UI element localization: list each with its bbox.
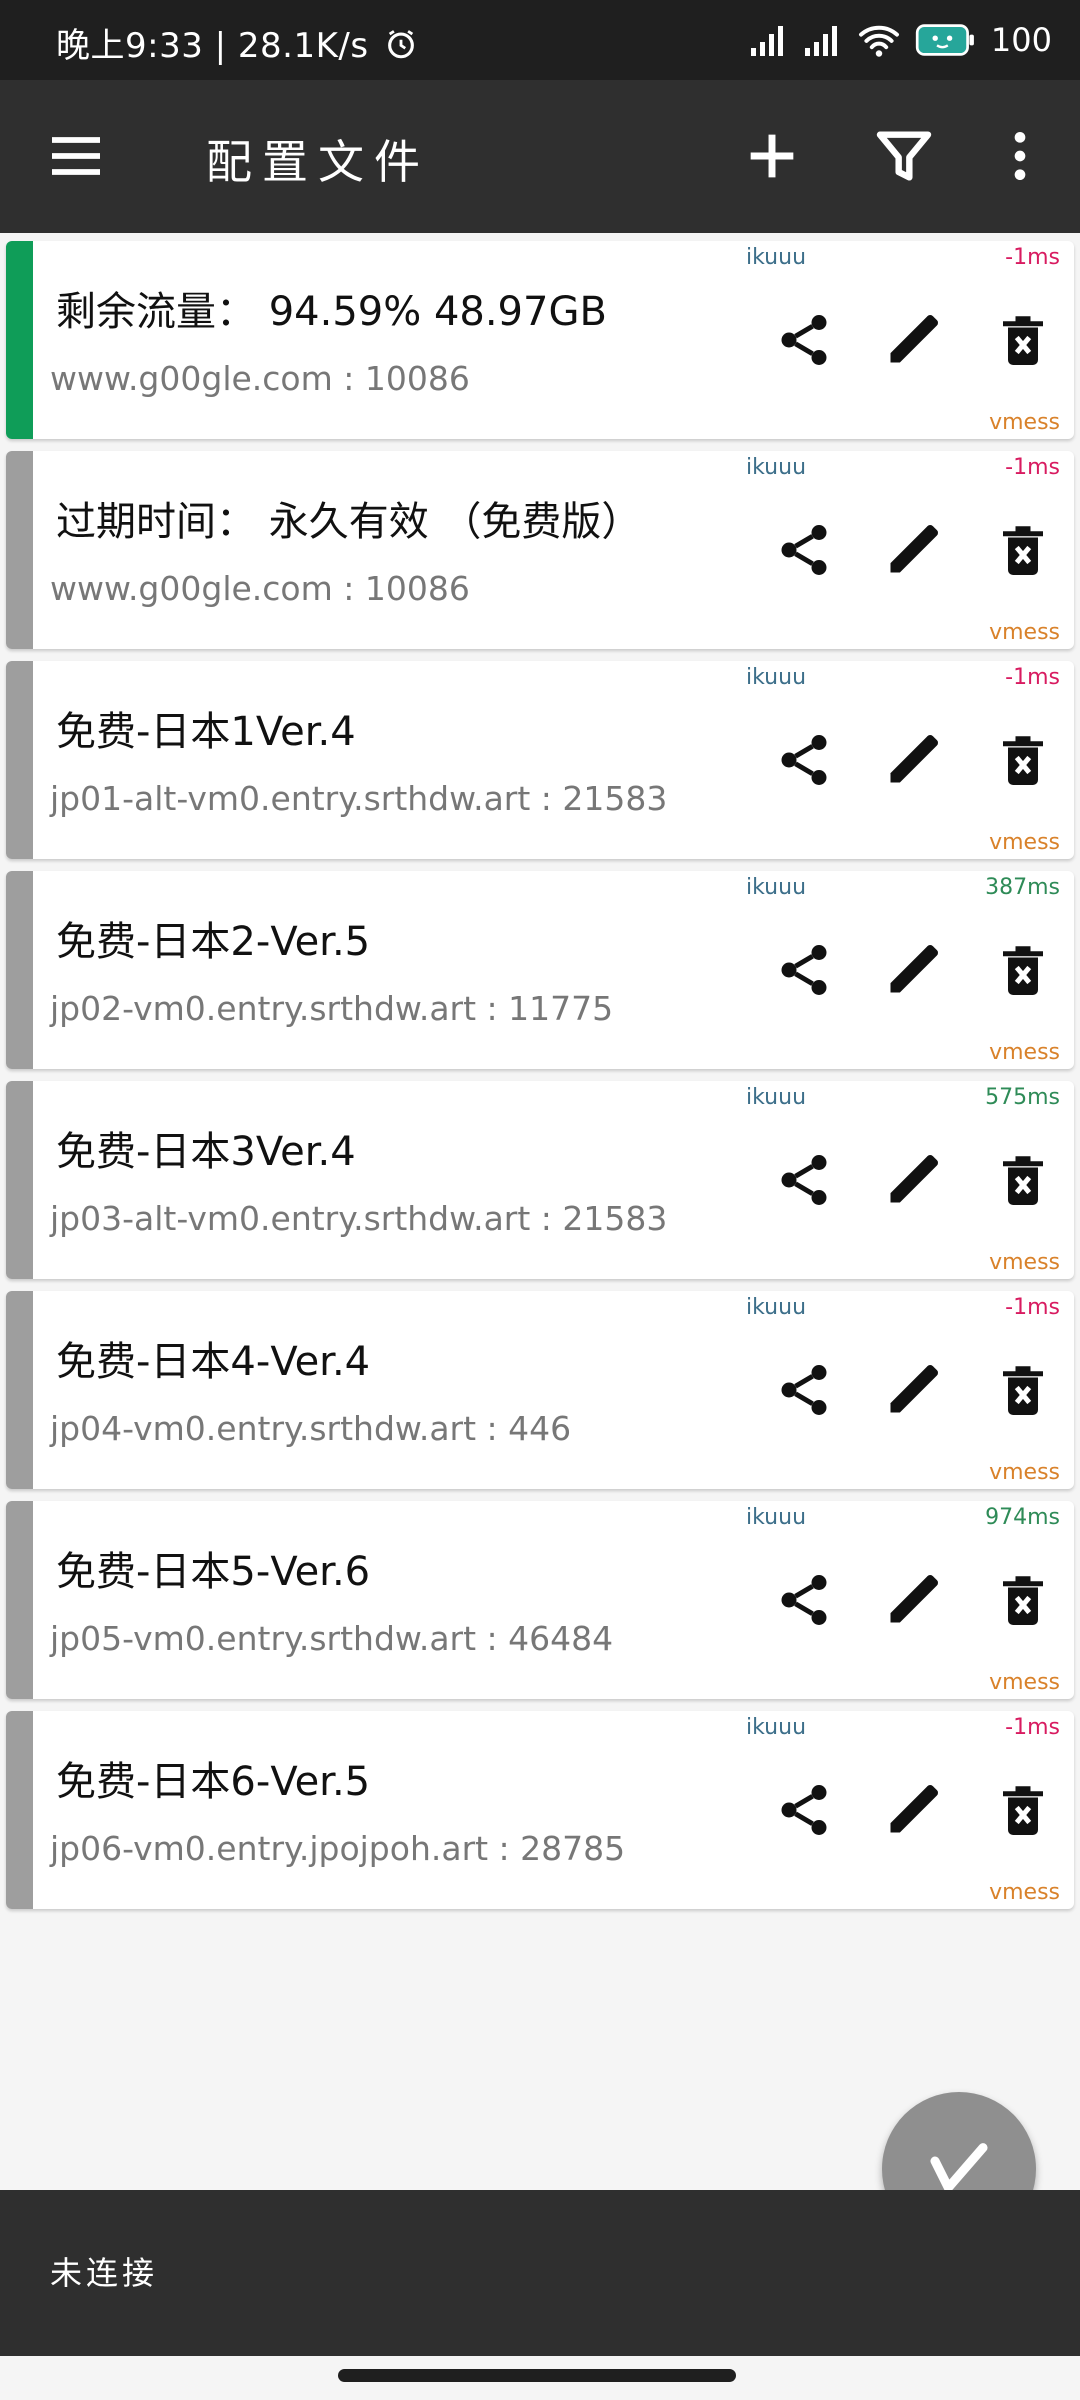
delete-icon[interactable]: [988, 515, 1058, 585]
share-icon[interactable]: [769, 1775, 839, 1845]
profile-address: www.g00gle.com : 10086: [50, 359, 470, 398]
edit-icon[interactable]: [878, 1355, 948, 1425]
profile-address: jp01-alt-vm0.entry.srthdw.art : 21583: [50, 779, 668, 818]
profile-latency: -1ms: [1005, 665, 1060, 690]
edit-icon[interactable]: [878, 305, 948, 375]
inactive-indicator: [6, 871, 33, 1069]
profile-card[interactable]: 过期时间： 永久有效 （免费版） www.g00gle.com : 10086 ik…: [6, 451, 1074, 649]
connection-status: 未连接: [50, 2254, 159, 2292]
profile-title: 免费-日本3Ver.4: [56, 1129, 356, 1175]
filter-icon[interactable]: [872, 124, 936, 188]
delete-icon[interactable]: [988, 1775, 1058, 1845]
profile-subscription: ikuuu: [746, 245, 807, 270]
profile-title: 免费-日本6-Ver.5: [56, 1759, 371, 1805]
profile-subscription: ikuuu: [746, 665, 807, 690]
status-bar: 晚上9:33 | 28.1K/s 100: [0, 0, 1080, 80]
profile-card[interactable]: 免费-日本1Ver.4 jp01-alt-vm0.entry.srthdw.art…: [6, 661, 1074, 859]
profile-title: 剩余流量： 94.59% 48.97GB: [56, 289, 607, 335]
profile-title: 免费-日本2-Ver.5: [56, 919, 371, 965]
profile-latency: -1ms: [1005, 1715, 1060, 1740]
edit-icon[interactable]: [878, 935, 948, 1005]
menu-icon[interactable]: [44, 124, 108, 188]
active-indicator: [6, 241, 33, 439]
edit-icon[interactable]: [878, 1145, 948, 1215]
profile-subscription: ikuuu: [746, 1715, 807, 1740]
delete-icon[interactable]: [988, 1355, 1058, 1425]
profile-latency: 575ms: [985, 1085, 1060, 1110]
profile-type: vmess: [989, 1460, 1060, 1485]
inactive-indicator: [6, 661, 33, 859]
edit-icon[interactable]: [878, 515, 948, 585]
profile-address: www.g00gle.com : 10086: [50, 569, 470, 608]
inactive-indicator: [6, 1081, 33, 1279]
delete-icon[interactable]: [988, 1565, 1058, 1635]
share-icon[interactable]: [769, 935, 839, 1005]
app-bar: 配置文件: [0, 80, 1080, 233]
battery-level: 100: [990, 21, 1052, 59]
profile-title: 过期时间： 永久有效 （免费版）: [56, 499, 642, 545]
profile-card[interactable]: 免费-日本4-Ver.4 jp04-vm0.entry.srthdw.art : …: [6, 1291, 1074, 1489]
profile-address: jp06-vm0.entry.jpojpoh.art : 28785: [50, 1829, 626, 1868]
inactive-indicator: [6, 1711, 33, 1909]
page-title: 配置文件: [206, 135, 430, 189]
delete-icon[interactable]: [988, 1145, 1058, 1215]
profile-type: vmess: [989, 1880, 1060, 1905]
profile-subscription: ikuuu: [746, 1085, 807, 1110]
profile-latency: -1ms: [1005, 245, 1060, 270]
profile-type: vmess: [989, 620, 1060, 645]
connection-status-bar[interactable]: 未连接: [0, 2190, 1080, 2356]
share-icon[interactable]: [769, 305, 839, 375]
status-time-speed: 晚上9:33 | 28.1K/s: [56, 26, 369, 66]
gesture-nav-bar[interactable]: [338, 2369, 736, 2382]
delete-icon[interactable]: [988, 935, 1058, 1005]
profile-type: vmess: [989, 1040, 1060, 1065]
share-icon[interactable]: [769, 515, 839, 585]
profile-subscription: ikuuu: [746, 455, 807, 480]
more-vert-icon[interactable]: [988, 124, 1052, 188]
profile-subscription: ikuuu: [746, 1505, 807, 1530]
alarm-icon: [388, 30, 414, 59]
add-icon[interactable]: [740, 124, 804, 188]
delete-icon[interactable]: [988, 725, 1058, 795]
profile-card[interactable]: 免费-日本3Ver.4 jp03-alt-vm0.entry.srthdw.art…: [6, 1081, 1074, 1279]
inactive-indicator: [6, 1501, 33, 1699]
edit-icon[interactable]: [878, 725, 948, 795]
wifi-icon: [858, 25, 899, 57]
profile-latency: 387ms: [985, 875, 1060, 900]
share-icon[interactable]: [769, 1145, 839, 1215]
edit-icon[interactable]: [878, 1565, 948, 1635]
profile-subscription: ikuuu: [746, 1295, 807, 1320]
profile-title: 免费-日本1Ver.4: [56, 709, 356, 755]
profile-address: jp02-vm0.entry.srthdw.art : 11775: [50, 989, 614, 1028]
profile-address: jp05-vm0.entry.srthdw.art : 46484: [50, 1619, 614, 1658]
profile-type: vmess: [989, 1670, 1060, 1695]
profile-latency: -1ms: [1005, 1295, 1060, 1320]
profile-card[interactable]: 免费-日本6-Ver.5 jp06-vm0.entry.jpojpoh.art :…: [6, 1711, 1074, 1909]
profile-card[interactable]: 免费-日本2-Ver.5 jp02-vm0.entry.srthdw.art : …: [6, 871, 1074, 1069]
profile-latency: 974ms: [985, 1505, 1060, 1530]
share-icon[interactable]: [769, 725, 839, 795]
signal-icon-2: [804, 26, 837, 56]
share-icon[interactable]: [769, 1565, 839, 1635]
profile-address: jp03-alt-vm0.entry.srthdw.art : 21583: [50, 1199, 668, 1238]
edit-icon[interactable]: [878, 1775, 948, 1845]
profile-title: 免费-日本4-Ver.4: [56, 1339, 371, 1385]
inactive-indicator: [6, 1291, 33, 1489]
battery-icon: [915, 24, 974, 56]
profile-type: vmess: [989, 830, 1060, 855]
profile-type: vmess: [989, 1250, 1060, 1275]
inactive-indicator: [6, 451, 33, 649]
profile-title: 免费-日本5-Ver.6: [56, 1549, 371, 1595]
profile-address: jp04-vm0.entry.srthdw.art : 446: [50, 1409, 572, 1448]
share-icon[interactable]: [769, 1355, 839, 1425]
profile-card[interactable]: 剩余流量： 94.59% 48.97GB www.g00gle.com : 100…: [6, 241, 1074, 439]
profile-subscription: ikuuu: [746, 875, 807, 900]
profile-type: vmess: [989, 410, 1060, 435]
profile-card[interactable]: 免费-日本5-Ver.6 jp05-vm0.entry.srthdw.art : …: [6, 1501, 1074, 1699]
profile-latency: -1ms: [1005, 455, 1060, 480]
signal-icon: [750, 26, 783, 56]
delete-icon[interactable]: [988, 305, 1058, 375]
